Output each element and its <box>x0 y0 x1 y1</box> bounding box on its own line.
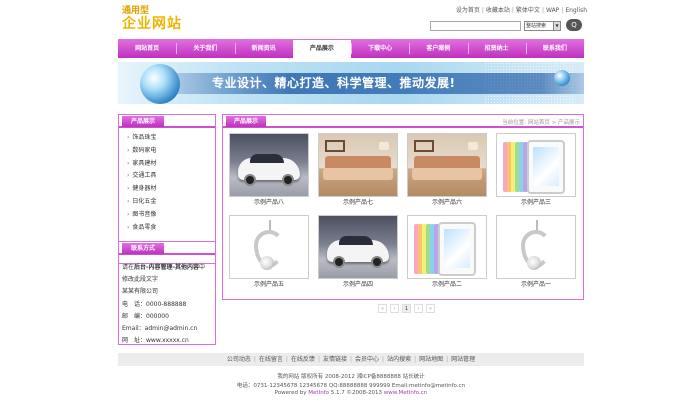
product-image[interactable] <box>229 215 309 279</box>
metinfo-link[interactable]: MetInfo <box>308 390 329 396</box>
footer-powered: Powered by MetInfo 5.1.7 ©2008-2013 www.… <box>274 390 428 396</box>
product-image[interactable] <box>496 133 576 197</box>
globe-icon <box>140 64 180 104</box>
footer-link[interactable]: 站内搜索 <box>387 356 411 363</box>
footer-link[interactable]: 网站地图 <box>419 356 443 363</box>
metinfo-site-link[interactable]: www.MetInfo.cn <box>384 390 428 396</box>
product-card[interactable]: 示例产品七 <box>318 133 398 211</box>
category-item[interactable]: 食品零食 <box>127 222 215 235</box>
category-item[interactable]: 日化五金 <box>127 196 215 209</box>
footer-link[interactable]: 在线留言 <box>259 356 283 363</box>
contact-panel: 联系方式 请在后台-内容管理-其他内容中 修改此段文字 某某有限公司 电 话：0… <box>118 241 216 345</box>
contact-phone: 电 话：0000-888888 <box>122 300 187 308</box>
search-scope-select[interactable]: 整站搜索 ▼ <box>524 21 561 31</box>
first-page-button[interactable]: « <box>378 304 387 313</box>
footer-link[interactable]: 在线反馈 <box>291 356 315 363</box>
traditional-chinese-link[interactable]: 繁体中文 <box>516 7 540 14</box>
product-card[interactable]: 示例产品三 <box>496 133 576 211</box>
contact-website: 网 址：www.xxxxx.cn <box>122 337 189 345</box>
site-logo[interactable]: 通用型 企业网站 <box>122 6 182 32</box>
product-image[interactable] <box>407 215 487 279</box>
wap-link[interactable]: WAP <box>546 7 559 14</box>
bookmark-link[interactable]: 收藏本站 <box>486 7 510 14</box>
product-card[interactable]: 示例产品二 <box>407 215 487 293</box>
products-panel: 产品展示 当前位置: 网站首页 > 产品展示 示例产品八 示例产品七 示例产品六 示例… <box>222 114 584 300</box>
contact-panel-title: 联系方式 <box>122 243 165 254</box>
contact-note: 请在后台-内容管理-其他内容中 <box>122 264 206 271</box>
page-1-button[interactable]: 1 <box>402 304 411 313</box>
prev-page-button[interactable]: ‹ <box>390 304 399 313</box>
logo-line1: 通用型 <box>122 6 150 16</box>
set-homepage-link[interactable]: 设为首页 <box>456 7 480 14</box>
contact-note-2: 修改此段文字 <box>122 276 159 284</box>
search-icon: Q <box>571 21 577 29</box>
chevron-down-icon: ▼ <box>553 22 560 30</box>
breadcrumb: 当前位置: 网站首页 > 产品展示 <box>502 120 580 126</box>
product-image[interactable] <box>318 215 398 279</box>
nav-contact[interactable]: 联系我们 <box>525 39 584 58</box>
product-card[interactable]: 示例产品四 <box>318 215 398 293</box>
category-item[interactable]: 交通工具 <box>127 170 215 183</box>
category-item[interactable]: 数码家电 <box>127 145 215 158</box>
products-panel-title: 产品展示 <box>226 116 267 127</box>
contact-zip: 邮 编：000000 <box>122 312 169 320</box>
logo-line2: 企业网站 <box>122 16 182 32</box>
product-image[interactable] <box>496 215 576 279</box>
banner: 专业设计、精心打造、科学管理、推动发展! <box>118 62 584 104</box>
product-image[interactable] <box>229 133 309 197</box>
category-item[interactable]: 饰品珠宝 <box>127 132 215 145</box>
nav-cases[interactable]: 客户案例 <box>409 39 467 58</box>
product-card[interactable]: 示例产品八 <box>229 133 309 211</box>
footer-copyright: 我的网站 版权所有 2008-2012 湘ICP备8888888 站长统计 <box>277 374 425 380</box>
product-name[interactable]: 示例产品六 <box>407 197 487 209</box>
search-input[interactable] <box>430 21 521 31</box>
product-card[interactable]: 示例产品六 <box>407 133 487 211</box>
product-name[interactable]: 示例产品一 <box>496 279 576 291</box>
nav-download[interactable]: 下载中心 <box>351 39 409 58</box>
next-page-button[interactable]: › <box>414 304 423 313</box>
top-links: 设为首页 | 收藏本站 | 繁体中文 | WAP | English <box>455 7 587 14</box>
pagination: « ‹ 1 › » <box>378 304 435 313</box>
product-card[interactable]: 示例产品五 <box>229 215 309 293</box>
product-name[interactable]: 示例产品八 <box>229 197 309 209</box>
footer-link[interactable]: 公司动态 <box>227 356 251 363</box>
footer-nav: 公司动态 | 在线留言 | 在线反馈 | 友情链接 | 会员中心 | 站内搜索 | 网站地图 | 网站管理 <box>118 353 584 366</box>
nav-jobs[interactable]: 招贤纳士 <box>467 39 526 58</box>
nav-about[interactable]: 关于我们 <box>176 39 234 58</box>
category-item[interactable]: 家具建材 <box>127 158 215 171</box>
nav-products[interactable]: 产品展示 <box>292 40 351 58</box>
product-name[interactable]: 示例产品三 <box>496 197 576 209</box>
search-button[interactable]: Q <box>566 19 582 31</box>
product-image[interactable] <box>407 133 487 197</box>
product-name[interactable]: 示例产品七 <box>318 197 398 209</box>
footer-link[interactable]: 友情链接 <box>323 356 347 363</box>
product-name[interactable]: 示例产品二 <box>407 279 487 291</box>
contact-email: Email：admin@admin.cn <box>122 325 198 333</box>
nav-news[interactable]: 新闻资讯 <box>234 39 293 58</box>
product-card[interactable]: 示例产品一 <box>496 215 576 293</box>
small-globe-icon <box>554 70 570 86</box>
english-link[interactable]: English <box>565 7 587 14</box>
contact-company: 某某有限公司 <box>122 288 159 296</box>
search-scope-value: 整站搜索 <box>526 23 547 29</box>
last-page-button[interactable]: » <box>426 304 435 313</box>
product-name[interactable]: 示例产品五 <box>229 279 309 291</box>
nav-home[interactable]: 网站首页 <box>118 39 176 58</box>
product-name[interactable]: 示例产品四 <box>318 279 398 291</box>
banner-slogan: 专业设计、精心打造、科学管理、推动发展! <box>212 76 456 90</box>
footer-contact: 电话：0731-12345678 12345678 QQ:88888888 99… <box>236 383 466 389</box>
main-nav: 网站首页 关于我们 新闻资讯 产品展示 下载中心 客户案例 招贤纳士 联系我们 <box>118 39 584 58</box>
category-item[interactable]: 健身器材 <box>127 183 215 196</box>
footer-link[interactable]: 网站管理 <box>451 356 475 363</box>
footer-link[interactable]: 会员中心 <box>355 356 379 363</box>
category-item[interactable]: 图书音像 <box>127 209 215 222</box>
category-panel-title: 产品展示 <box>122 116 165 127</box>
product-grid: 示例产品八 示例产品七 示例产品六 示例产品三示例产品五 示例产品四 示例产品二 示例产品一 <box>229 133 579 293</box>
product-image[interactable] <box>318 133 398 197</box>
